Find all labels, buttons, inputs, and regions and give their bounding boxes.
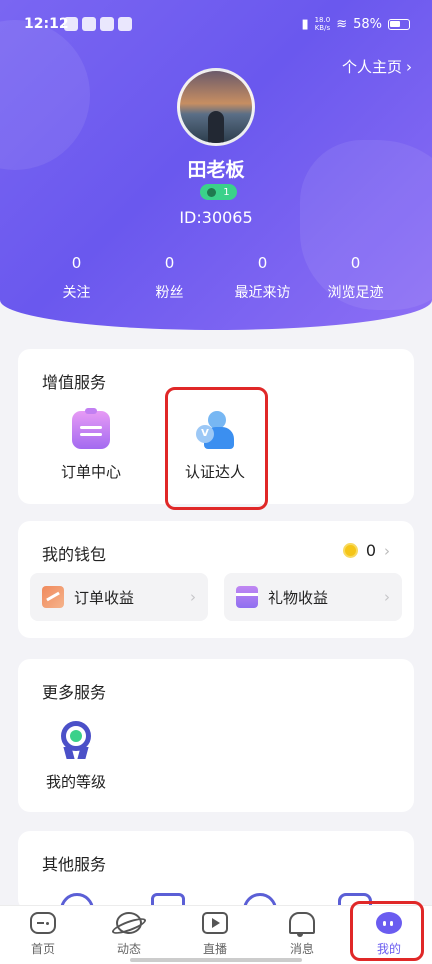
status-bar: 12:12 ▮ 18.0 KB/s ≋ 58% <box>0 0 432 50</box>
stat-fans[interactable]: 0 粉丝 <box>123 254 216 302</box>
home-indicator <box>130 958 302 962</box>
tab-feed[interactable]: 动态 <box>94 912 164 957</box>
order-income-button[interactable]: 订单收益 › <box>30 573 208 621</box>
stat-label: 关注 <box>62 285 91 301</box>
avatar-figure <box>208 111 224 143</box>
status-right: ▮ 18.0 KB/s ≋ 58% <box>301 16 410 32</box>
bell-icon <box>289 912 315 937</box>
net-speed-value: 18.0 <box>314 16 331 24</box>
tab-home[interactable]: 首页 <box>8 912 78 957</box>
status-time: 12:12 <box>24 16 69 32</box>
avatar[interactable] <box>177 68 255 146</box>
personal-homepage-link[interactable]: 个人主页 › <box>342 56 412 77</box>
order-center-button[interactable]: 订单中心 <box>46 408 136 482</box>
stat-value: 0 <box>257 254 268 272</box>
level-dot-icon <box>207 187 217 197</box>
battery-percent: 58% <box>353 16 382 32</box>
stat-label: 粉丝 <box>155 285 184 301</box>
tab-label: 首页 <box>30 942 55 956</box>
chevron-right-icon: › <box>384 588 390 606</box>
gift-income-icon <box>236 586 258 608</box>
tab-messages[interactable]: 消息 <box>267 912 337 957</box>
level-value: 1 <box>223 186 230 198</box>
order-income-icon <box>42 586 64 608</box>
tab-label: 消息 <box>289 942 314 956</box>
net-speed: 18.0 KB/s <box>315 16 331 32</box>
wifi-icon: ≋ <box>336 16 348 32</box>
tv-play-icon <box>202 912 228 934</box>
wallet-card: 我的钱包 0 › 订单收益 › 礼物收益 › <box>18 521 414 638</box>
notification-icons <box>64 17 132 31</box>
stat-label: 最近来访 <box>234 285 291 301</box>
gamepad-icon <box>30 912 56 934</box>
tiktok-icon <box>100 17 114 31</box>
tab-label: 动态 <box>116 942 141 956</box>
vibrate-icon: ▮ <box>301 16 309 32</box>
chevron-right-icon: › <box>190 588 196 606</box>
highlight-box <box>350 901 424 961</box>
homepage-link-label: 个人主页 <box>341 58 402 76</box>
chevron-right-icon: › <box>384 541 390 560</box>
stat-value: 0 <box>350 254 361 272</box>
stat-value: 0 <box>71 254 82 272</box>
level-badge: 1 <box>200 184 237 200</box>
chevron-right-icon: › <box>406 57 412 76</box>
app-notification-icon <box>64 17 78 31</box>
wallet-balance[interactable]: 0 › <box>342 541 390 560</box>
icon-part <box>70 730 82 742</box>
section-title: 我的钱包 <box>42 545 107 564</box>
wallet-button-label: 礼物收益 <box>268 588 329 607</box>
section-title: 其他服务 <box>42 855 107 874</box>
coin-icon <box>342 543 358 558</box>
section-title: 更多服务 <box>42 683 107 702</box>
more-services-card: 更多服务 我的等级 <box>18 659 414 812</box>
section-title: 增值服务 <box>42 373 107 392</box>
stat-value: 0 <box>164 254 175 272</box>
stat-browse-history[interactable]: 0 浏览足迹 <box>309 254 402 302</box>
weibo-icon <box>118 17 132 31</box>
stat-recent-visitors[interactable]: 0 最近来访 <box>216 254 309 302</box>
service-label: 我的等级 <box>45 773 106 791</box>
profile-header: 12:12 ▮ 18.0 KB/s ≋ 58% 个人主页 › 田老板 1 ID:… <box>0 0 432 330</box>
clipboard-icon <box>72 408 110 449</box>
user-id: ID:30065 <box>179 208 253 227</box>
net-speed-unit: KB/s <box>314 24 331 32</box>
username: 田老板 <box>187 159 245 181</box>
stat-label: 浏览足迹 <box>327 285 384 301</box>
balance-value: 0 <box>365 541 376 560</box>
medal-icon <box>57 721 95 759</box>
planet-icon <box>116 912 142 934</box>
highlight-box <box>165 387 268 510</box>
icon-part <box>77 747 89 759</box>
gift-income-button[interactable]: 礼物收益 › <box>224 573 402 621</box>
other-services-card: 其他服务 <box>18 831 414 923</box>
my-level-button[interactable]: 我的等级 <box>31 721 121 792</box>
stat-following[interactable]: 0 关注 <box>30 254 123 302</box>
service-label: 订单中心 <box>60 463 121 481</box>
wallet-button-label: 订单收益 <box>74 588 135 607</box>
tab-live[interactable]: 直播 <box>180 912 250 957</box>
tab-label: 直播 <box>202 942 227 956</box>
stats-row: 0 关注 0 粉丝 0 最近来访 0 浏览足迹 <box>30 254 402 302</box>
battery-icon <box>388 18 410 30</box>
app-notification-icon <box>82 17 96 31</box>
